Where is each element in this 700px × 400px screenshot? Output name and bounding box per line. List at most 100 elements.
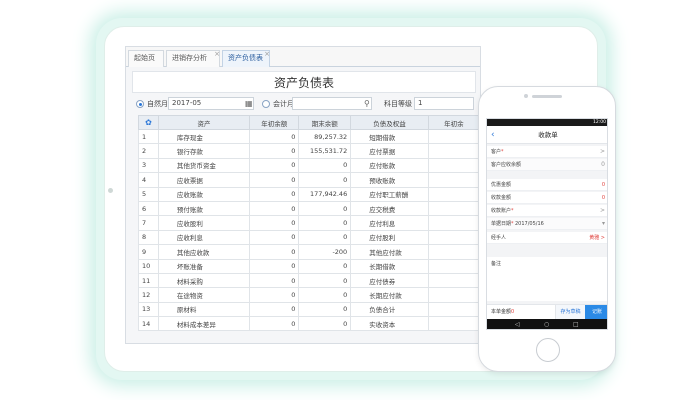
row-index: 12 xyxy=(138,287,159,303)
form-field[interactable]: 单据日期* 2017/05/16 ▾ xyxy=(487,218,607,230)
row-index: 5 xyxy=(138,186,159,202)
table-row[interactable]: 1 库存现金 0 89,257.32 短期借款 xyxy=(138,128,480,145)
row-index: 7 xyxy=(138,215,159,231)
row-index: 1 xyxy=(138,128,159,145)
tab-label: 进销存分析 xyxy=(172,54,207,62)
form-field[interactable]: 优惠金额 0 xyxy=(487,179,607,191)
tab-balance-sheet[interactable]: 资产负债表 × xyxy=(222,50,270,67)
begin-balance: 0 xyxy=(249,272,300,289)
recent-apps-icon[interactable]: □ xyxy=(573,319,579,329)
note-label: 备注 xyxy=(491,261,502,267)
row-index: 9 xyxy=(138,244,159,260)
begin-balance: 0 xyxy=(249,172,300,188)
back-triangle-icon[interactable]: ◁ xyxy=(515,319,520,329)
field-label: 优惠金额 xyxy=(491,182,512,188)
form-field[interactable]: 收款金额 0 xyxy=(487,192,607,204)
post-button[interactable]: 记账 xyxy=(585,305,607,320)
liability-begin-balance xyxy=(427,229,480,246)
save-draft-button[interactable]: 存为草稿 xyxy=(555,305,585,320)
accounting-month-input[interactable] xyxy=(292,97,372,110)
liability-begin-balance xyxy=(427,258,480,274)
end-balance: 0 xyxy=(298,215,352,231)
status-time: 12:00 xyxy=(593,120,606,125)
table-row[interactable]: 14 材料成本差异 0 0 实收资本 xyxy=(138,316,480,332)
form-field[interactable]: 客户* > xyxy=(487,146,607,158)
table-row[interactable]: 12 在途物资 0 0 长期应付款 xyxy=(138,287,480,303)
field-right-value: 0 xyxy=(601,182,605,188)
table-row[interactable]: 2 银行存款 0 155,531.72 应付票据 xyxy=(138,143,480,159)
end-balance: 0 xyxy=(298,287,352,303)
begin-balance: 0 xyxy=(249,287,300,303)
row-index: 4 xyxy=(138,172,159,188)
liability-name: 应付账款 xyxy=(350,157,429,174)
home-circle-icon[interactable]: ○ xyxy=(544,319,549,329)
column-header: 负债及权益 xyxy=(350,115,429,130)
amount-label: 本单金额0 xyxy=(491,309,515,315)
liability-begin-balance xyxy=(427,272,480,289)
report-title-bar: 资产负债表 xyxy=(132,71,476,93)
asset-name: 原材料 xyxy=(157,301,251,318)
settings-gear-cell[interactable]: ✿ xyxy=(138,115,159,130)
end-balance: 0 xyxy=(298,258,352,274)
field-label: 经手人 xyxy=(491,235,507,241)
liability-name: 应付票据 xyxy=(350,143,429,159)
row-index: 8 xyxy=(138,229,159,246)
form-field[interactable]: 客户应收余额 0 xyxy=(487,159,607,171)
asset-name: 银行存款 xyxy=(157,143,251,159)
calendar-icon[interactable]: ▦ xyxy=(245,96,253,112)
liability-name: 实收资本 xyxy=(350,316,429,332)
table-row[interactable]: 13 原材料 0 0 负债合计 xyxy=(138,301,480,318)
liability-name: 应付职工薪酬 xyxy=(350,186,429,202)
natural-month-input[interactable]: 2017-05 xyxy=(168,97,254,110)
asset-name: 其他应收款 xyxy=(157,244,251,260)
asset-name: 材料成本差异 xyxy=(157,316,251,332)
required-marker: * xyxy=(511,208,514,214)
form-field[interactable]: 经手人 黄雅 > xyxy=(487,232,607,244)
subject-level-input[interactable]: 1 xyxy=(414,97,474,110)
column-header: 年初余额 xyxy=(249,115,300,130)
table-row[interactable]: 7 应收股利 0 0 应付利息 xyxy=(138,215,480,231)
begin-balance: 0 xyxy=(249,301,300,318)
field-label: 收款账户 xyxy=(491,208,512,214)
begin-balance: 0 xyxy=(249,128,300,145)
end-balance: 89,257.32 xyxy=(298,128,352,145)
natural-month-radio[interactable] xyxy=(136,100,144,108)
column-header: 期末余额 xyxy=(298,115,352,130)
back-icon[interactable]: ‹ xyxy=(491,126,495,144)
asset-name: 坏账准备 xyxy=(157,258,251,274)
search-icon[interactable]: ⚲ xyxy=(364,96,370,112)
accounting-month-radio[interactable] xyxy=(262,100,270,108)
gear-icon[interactable]: ✿ xyxy=(145,118,152,127)
row-index: 13 xyxy=(138,301,159,318)
liability-name: 预收账款 xyxy=(350,172,429,188)
row-index: 11 xyxy=(138,272,159,289)
table-row[interactable]: 11 材料采购 0 0 应付债券 xyxy=(138,272,480,289)
home-button[interactable] xyxy=(536,338,560,362)
field-right-value: ▾ xyxy=(601,220,605,227)
table-row[interactable]: 10 坏账准备 0 0 长期借款 xyxy=(138,258,480,274)
tab-inventory-analysis[interactable]: 进销存分析 × xyxy=(166,50,220,67)
close-icon[interactable]: × xyxy=(214,47,220,62)
table-row[interactable]: 6 预付账款 0 0 应交税费 xyxy=(138,200,480,217)
liability-name: 应付股利 xyxy=(350,229,429,246)
close-icon[interactable]: × xyxy=(264,47,270,62)
begin-balance: 0 xyxy=(249,200,300,217)
table-row[interactable]: 5 应收账款 0 177,942.46 应付职工薪酬 xyxy=(138,186,480,202)
tab-label: 资产负债表 xyxy=(228,54,263,62)
begin-balance: 0 xyxy=(249,143,300,159)
table-row[interactable]: 9 其他应收款 0 -200 其他应付款 xyxy=(138,244,480,260)
natural-month-label: 自然月 xyxy=(147,100,168,108)
table-row[interactable]: 3 其他货币资金 0 0 应付账款 xyxy=(138,157,480,174)
tab-home[interactable]: 起始页 xyxy=(128,50,164,67)
field-value: 2017/05/16 xyxy=(515,221,544,227)
asset-name: 在途物资 xyxy=(157,287,251,303)
field-right-value: 0 xyxy=(601,195,605,201)
end-balance: -200 xyxy=(298,244,352,260)
note-field[interactable]: 备注 xyxy=(487,257,607,301)
asset-name: 应收票据 xyxy=(157,172,251,188)
table-row[interactable]: 4 应收票据 0 0 预收账款 xyxy=(138,172,480,188)
required-marker: * xyxy=(511,221,514,227)
liability-begin-balance xyxy=(427,215,480,231)
form-field[interactable]: 收款账户* > xyxy=(487,205,607,217)
table-row[interactable]: 8 应收利息 0 0 应付股利 xyxy=(138,229,480,246)
